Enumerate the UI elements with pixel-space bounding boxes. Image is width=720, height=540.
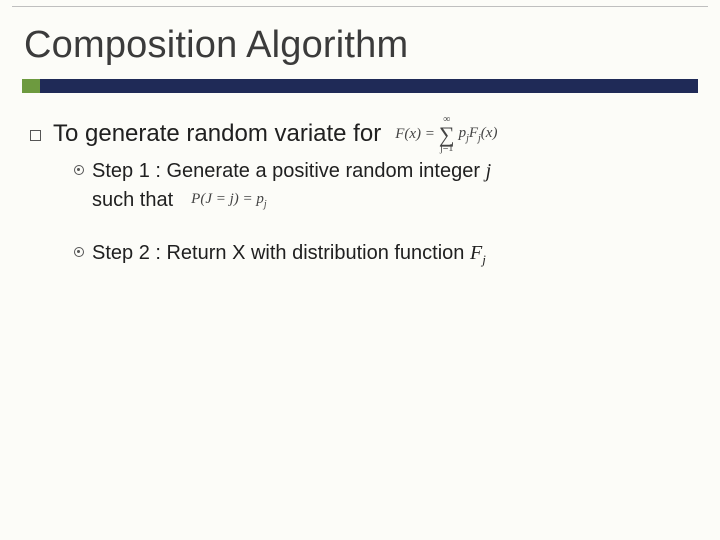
step-1-math-sub: j [264,199,267,210]
step-1-math: P(J = j) = pj [191,189,267,212]
circle-bullet-icon [74,165,84,175]
math-arg: (x) [481,125,498,141]
math-term: pjFj(x) [459,123,498,146]
sigma-icon: ∑ [439,125,455,145]
bullet-level1: To generate random variate for F(x) = ∞ … [30,115,698,154]
step-1-such-that: such that [92,187,173,214]
title-accent-bar [22,79,698,93]
step-1-line: Step 1 : Generate a positive random inte… [92,158,698,185]
math-Fx: F(x) = [395,124,435,144]
step-1-var-j: j [486,160,492,182]
content-area: To generate random variate for F(x) = ∞ … [22,115,698,268]
sigma-block: ∞ ∑ j=1 [439,115,455,154]
step-2-F: F [470,242,482,264]
slide-title: Composition Algorithm [24,24,698,67]
sigma-lower: j=1 [440,144,453,154]
step-2-body: Step 2 : Return X with distribution func… [92,240,698,269]
step-2-Fj: Fj [470,242,486,264]
step-1-body: Step 1 : Generate a positive random inte… [92,158,698,214]
math-F: F [469,125,478,141]
step-2-text: Step 2 : Return X with distribution func… [92,242,464,264]
step-2: Step 2 : Return X with distribution func… [74,240,698,269]
math-p: p [459,125,467,141]
sub-bullet-list: Step 1 : Generate a positive random inte… [30,158,698,269]
top-rule [12,6,708,7]
step-1: Step 1 : Generate a positive random inte… [74,158,698,214]
math-sum-expression: F(x) = ∞ ∑ j=1 pjFj(x) [395,115,497,154]
step-2-F-sub: j [482,252,486,267]
circle-bullet-icon [74,247,84,257]
step-1-such-that-row: such that P(J = j) = pj [92,187,698,214]
l1-text: To generate random variate for [53,118,381,150]
step-1-text: Step 1 : Generate a positive random inte… [92,160,480,182]
step-1-math-lhs: P(J = j) = p [191,191,264,207]
slide: Composition Algorithm To generate random… [0,0,720,540]
vertical-gap [74,214,698,236]
square-bullet-icon [30,130,41,141]
title-accent-chip [22,79,40,93]
